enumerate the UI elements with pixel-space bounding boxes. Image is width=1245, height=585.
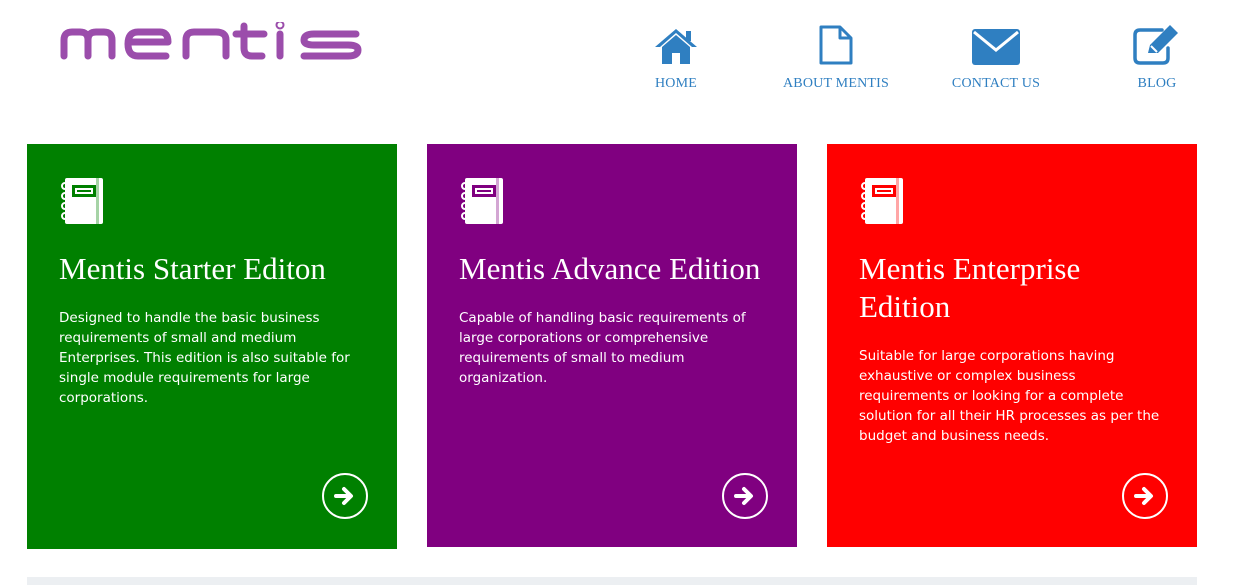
card-description: Suitable for large corporations having e… — [859, 348, 1160, 444]
edit-icon — [1132, 18, 1182, 66]
mentis-logo[interactable] — [58, 20, 414, 64]
nav-home[interactable]: HOME — [601, 18, 751, 92]
home-icon — [653, 18, 699, 66]
card-title: Mentis Enterprise Edition — [859, 251, 1081, 324]
nav-blog-label: BLOG — [1137, 76, 1177, 91]
nav-blog[interactable]: BLOG — [1082, 18, 1232, 92]
card-description: Capable of handling basic requirements o… — [459, 310, 746, 386]
envelope-icon — [971, 18, 1021, 66]
arrow-right-circle-icon[interactable] — [322, 473, 368, 519]
card-title: Mentis Starter Editon — [59, 251, 326, 286]
edition-card-starter: Mentis Starter Editon Designed to handle… — [27, 144, 397, 549]
card-description: Designed to handle the basic business re… — [59, 310, 350, 406]
edition-card-enterprise: Mentis Enterprise Edition Suitable for l… — [827, 144, 1197, 547]
arrow-right-circle-icon[interactable] — [722, 473, 768, 519]
logo-wordmark — [60, 20, 362, 60]
edition-card-advance: Mentis Advance Edition Capable of handli… — [427, 144, 797, 547]
nav-about-label: ABOUT MENTIS — [783, 76, 889, 91]
card-title: Mentis Advance Edition — [459, 251, 761, 286]
nav-home-label: HOME — [654, 76, 698, 91]
notebook-icon — [859, 176, 907, 226]
nav-about-mentis[interactable]: ABOUT MENTIS — [761, 18, 911, 92]
nav-contact-us[interactable]: CONTACT US — [921, 18, 1071, 92]
arrow-right-circle-icon[interactable] — [1122, 473, 1168, 519]
notebook-icon — [59, 176, 107, 226]
document-icon — [818, 18, 854, 66]
nav-contact-label: CONTACT US — [951, 76, 1041, 91]
notebook-icon — [459, 176, 507, 226]
footer-divider — [27, 577, 1197, 585]
